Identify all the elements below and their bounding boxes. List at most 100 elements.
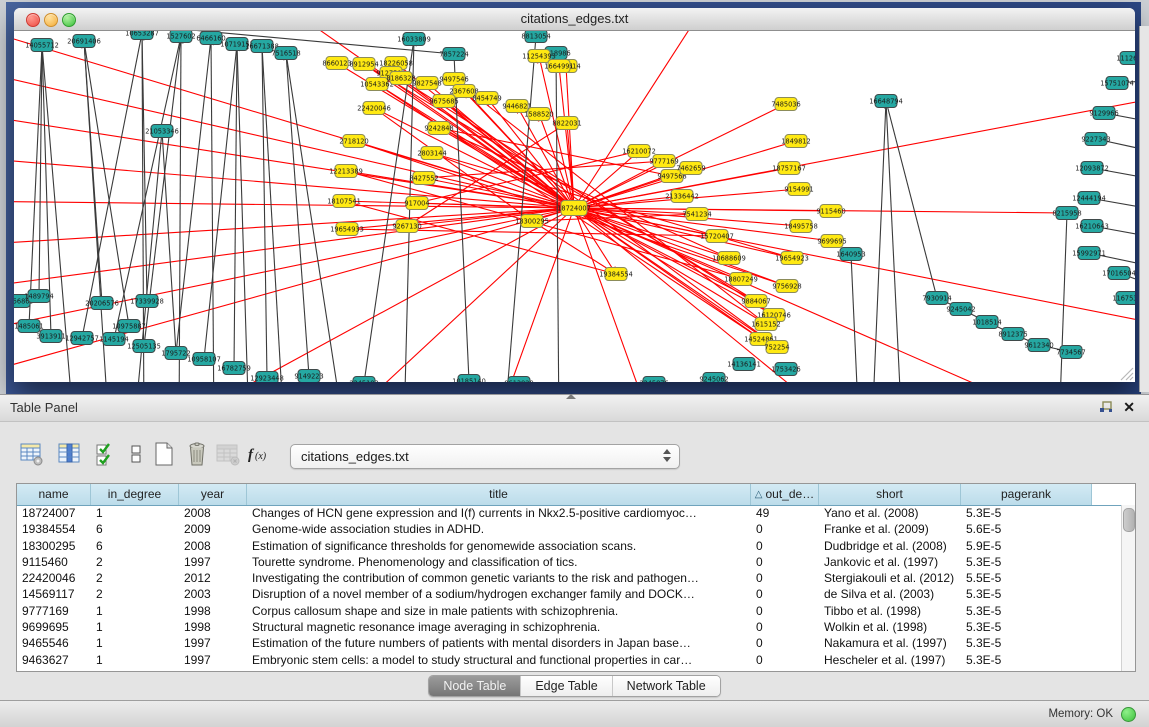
network-node[interactable]: 8454749 — [472, 92, 501, 105]
cell-pagerank[interactable]: 5.9E-5 — [961, 538, 1092, 554]
network-node[interactable]: 2803144 — [417, 147, 446, 160]
cell-short[interactable]: Wolkin et al. (1998) — [819, 619, 961, 635]
network-node[interactable]: 1849812 — [781, 135, 810, 148]
table-row[interactable]: 1938455462009Genome-wide association stu… — [17, 521, 1122, 537]
network-node[interactable]: 12505135 — [127, 340, 161, 353]
network-node[interactable]: 18807249 — [724, 273, 758, 286]
cell-title[interactable]: Embryonic stem cells: a model to study s… — [247, 652, 751, 668]
network-node[interactable]: 8427552 — [409, 172, 438, 185]
tab-node-table[interactable]: Node Table — [429, 676, 520, 696]
cell-out_degree[interactable]: 0 — [751, 538, 819, 554]
column-header-short[interactable]: short — [819, 484, 961, 505]
cell-in_degree[interactable]: 6 — [91, 521, 179, 537]
network-node[interactable]: 1664991 — [544, 60, 573, 73]
cell-out_degree[interactable]: 0 — [751, 554, 819, 570]
network-node[interactable]: 9149223 — [294, 370, 323, 383]
network-node[interactable]: 7930914 — [922, 292, 951, 305]
network-node[interactable]: 9242848 — [424, 122, 453, 135]
cell-year[interactable]: 1997 — [179, 652, 247, 668]
network-node[interactable]: 12213389 — [329, 165, 363, 178]
network-node[interactable]: 19384554 — [599, 268, 633, 281]
cell-short[interactable]: Hescheler et al. (1997) — [819, 652, 961, 668]
cell-out_degree[interactable]: 0 — [751, 570, 819, 586]
network-node[interactable]: 8813054 — [521, 31, 550, 43]
cell-title[interactable]: Estimation of the future numbers of pati… — [247, 635, 751, 651]
network-node[interactable]: 16033809 — [397, 33, 431, 46]
network-node[interactable]: 16648794 — [869, 95, 903, 108]
network-node[interactable]: 9613920 — [504, 377, 533, 383]
resize-grip-icon[interactable] — [1120, 367, 1134, 381]
table-row[interactable]: 969969511998Structural magnetic resonanc… — [17, 619, 1122, 635]
cell-title[interactable]: Estimation of significance thresholds fo… — [247, 538, 751, 554]
network-node[interactable]: 1615152 — [751, 318, 780, 331]
network-node[interactable]: 9827548 — [412, 77, 441, 90]
cell-pagerank[interactable]: 5.3E-5 — [961, 619, 1092, 635]
cell-name[interactable]: 9465546 — [17, 635, 91, 651]
cell-in_degree[interactable]: 2 — [91, 554, 179, 570]
network-node[interactable]: 18495758 — [784, 220, 818, 233]
network-node[interactable]: 9699695 — [817, 235, 846, 248]
cell-year[interactable]: 1997 — [179, 635, 247, 651]
cell-out_degree[interactable]: 49 — [751, 505, 819, 521]
table-selector-dropdown[interactable]: citations_edges.txt — [290, 444, 680, 469]
table-row[interactable]: 1830029562008Estimation of significance … — [17, 538, 1122, 554]
network-node[interactable]: 17339928 — [130, 295, 164, 308]
network-node[interactable]: 9245042 — [946, 303, 975, 316]
cell-out_degree[interactable]: 0 — [751, 586, 819, 602]
cell-name[interactable]: 9699695 — [17, 619, 91, 635]
cell-name[interactable]: 18724007 — [17, 505, 91, 521]
network-node[interactable]: 1640953 — [836, 248, 865, 261]
cell-out_degree[interactable]: 0 — [751, 619, 819, 635]
cell-title[interactable]: Genome-wide association studies in ADHD. — [247, 521, 751, 537]
table-scrollbar[interactable] — [1121, 505, 1135, 671]
network-node[interactable]: 7541234 — [682, 208, 711, 221]
network-node[interactable]: 10653287 — [125, 31, 159, 40]
cell-in_degree[interactable]: 1 — [91, 505, 179, 521]
network-node[interactable]: 10975887 — [112, 320, 146, 333]
cell-short[interactable]: Nakamura et al. (1997) — [819, 635, 961, 651]
delete-table-icon[interactable] — [214, 441, 242, 469]
column-header-in_degree[interactable]: in_degree — [91, 484, 179, 505]
network-node[interactable]: 917004 — [404, 197, 429, 210]
cell-year[interactable]: 1998 — [179, 603, 247, 619]
cell-out_degree[interactable]: 0 — [751, 521, 819, 537]
cell-pagerank[interactable]: 5.3E-5 — [961, 635, 1092, 651]
network-node[interactable]: 1167533 — [1112, 292, 1135, 305]
cell-in_degree[interactable]: 1 — [91, 603, 179, 619]
network-node[interactable]: 10185140 — [452, 375, 486, 383]
cell-out_degree[interactable]: 0 — [751, 635, 819, 651]
table-row[interactable]: 911546021997Tourette syndrome. Phenomeno… — [17, 554, 1122, 570]
table-row[interactable]: 977716911998Corpus callosum shape and si… — [17, 603, 1122, 619]
network-node[interactable]: 752254 — [764, 341, 789, 354]
network-node[interactable]: 9115460 — [816, 205, 845, 218]
network-window[interactable]: citations_edges.txt 14055712206914061065… — [14, 8, 1135, 382]
network-node[interactable]: 21336442 — [665, 190, 699, 203]
cell-short[interactable]: Dudbridge et al. (2008) — [819, 538, 961, 554]
network-node[interactable]: 8822031 — [552, 117, 581, 130]
network-node[interactable]: 2718120 — [339, 135, 368, 148]
network-node[interactable]: 19654923 — [775, 252, 809, 265]
network-node[interactable]: 1588520 — [524, 108, 553, 121]
cell-name[interactable]: 9777169 — [17, 603, 91, 619]
cell-year[interactable]: 1998 — [179, 619, 247, 635]
cell-pagerank[interactable]: 5.3E-5 — [961, 554, 1092, 570]
cell-year[interactable]: 2008 — [179, 505, 247, 521]
network-node[interactable]: 2245876 — [639, 377, 668, 383]
network-node[interactable]: 12923448 — [250, 372, 284, 383]
network-node[interactable]: 15992971 — [1072, 247, 1106, 260]
network-node[interactable]: 7857224 — [439, 48, 468, 61]
network-node[interactable]: 16782759 — [217, 362, 251, 375]
cell-title[interactable]: Disruption of a novel member of a sodium… — [247, 586, 751, 602]
network-node[interactable]: 10958107 — [187, 353, 221, 366]
network-node[interactable]: 1489794 — [24, 290, 53, 303]
cell-short[interactable]: de Silva et al. (2003) — [819, 586, 961, 602]
row-height-icon[interactable] — [122, 441, 150, 469]
cell-title[interactable]: Investigating the contribution of common… — [247, 570, 751, 586]
network-node[interactable]: 14055712 — [25, 39, 59, 52]
network-canvas[interactable]: 1405571220691406106532871527602646616010… — [14, 31, 1135, 382]
network-node[interactable]: 9777169 — [649, 155, 678, 168]
network-node[interactable]: 2245103 — [349, 377, 378, 383]
network-graph[interactable]: 1405571220691406106532871527602646616010… — [14, 31, 1135, 382]
network-node[interactable]: 8186328 — [386, 72, 415, 85]
cell-in_degree[interactable]: 2 — [91, 586, 179, 602]
